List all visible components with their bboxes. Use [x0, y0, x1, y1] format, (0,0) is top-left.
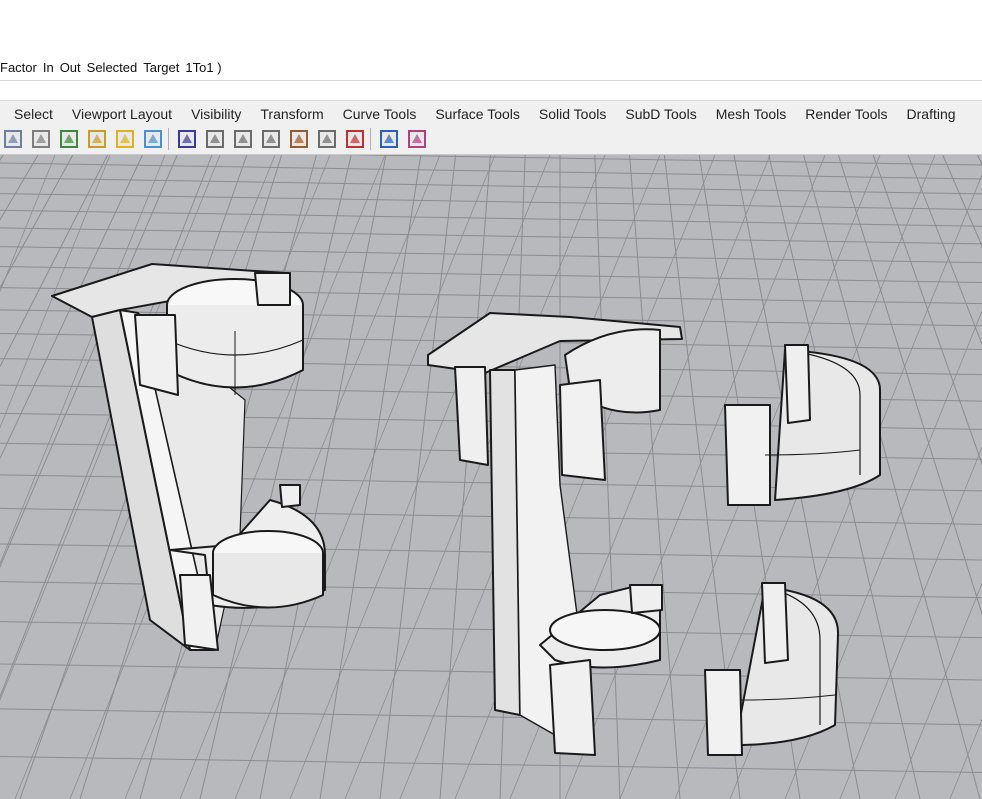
toolbar-separator — [370, 128, 371, 150]
grid-icon[interactable] — [58, 128, 80, 150]
tab-render-tools[interactable]: Render Tools — [805, 106, 887, 122]
command-option[interactable]: In — [43, 60, 54, 75]
clamp-assembly-middle — [427, 312, 683, 756]
command-option[interactable]: 1To1 ) — [185, 60, 221, 75]
command-option[interactable]: Target — [143, 60, 179, 75]
tab-list: Select Viewport Layout Visibility Transform… — [14, 106, 975, 122]
tab-solid-tools[interactable]: Solid Tools — [539, 106, 606, 122]
move-arrows-icon[interactable] — [316, 128, 338, 150]
3d-viewport[interactable] — [0, 155, 982, 799]
select-cursor-icon[interactable] — [30, 128, 52, 150]
command-divider — [0, 80, 982, 81]
toolbar-tab-bar: Select Viewport Layout Visibility Transform… — [0, 100, 982, 125]
render-box-icon[interactable] — [378, 128, 400, 150]
half-clip-lower-right — [704, 582, 840, 756]
move-down-icon[interactable] — [204, 128, 226, 150]
command-option[interactable]: Factor — [0, 60, 37, 75]
icon-toolbar — [0, 124, 982, 155]
command-option[interactable]: Out — [60, 60, 81, 75]
undo-view-icon[interactable] — [2, 128, 24, 150]
move-left-icon[interactable] — [260, 128, 282, 150]
move-up-icon[interactable] — [232, 128, 254, 150]
plane-grid-icon[interactable] — [142, 128, 164, 150]
arrows-right-icon[interactable] — [344, 128, 366, 150]
tab-visibility[interactable]: Visibility — [191, 106, 241, 122]
rotate-icon[interactable] — [288, 128, 310, 150]
eye-view-icon[interactable] — [176, 128, 198, 150]
tab-viewport-layout[interactable]: Viewport Layout — [72, 106, 172, 122]
tab-transform[interactable]: Transform — [260, 106, 323, 122]
command-line-options: Factor In Out Selected Target 1To1 ) — [0, 60, 228, 75]
tab-surface-tools[interactable]: Surface Tools — [435, 106, 520, 122]
tab-subd-tools[interactable]: SubD Tools — [625, 106, 696, 122]
open-folder-icon[interactable] — [114, 128, 136, 150]
tab-drafting[interactable]: Drafting — [907, 106, 956, 122]
half-clip-upper-right — [724, 344, 881, 506]
tab-curve-tools[interactable]: Curve Tools — [343, 106, 417, 122]
command-area: Factor In Out Selected Target 1To1 ) — [0, 0, 982, 80]
tab-mesh-tools[interactable]: Mesh Tools — [716, 106, 787, 122]
toolbar-separator — [168, 128, 169, 150]
viewport-canvas[interactable] — [0, 155, 982, 799]
tab-select[interactable]: Select — [14, 106, 53, 122]
save-icon[interactable] — [86, 128, 108, 150]
render-material-icon[interactable] — [406, 128, 428, 150]
command-option[interactable]: Selected — [87, 60, 138, 75]
